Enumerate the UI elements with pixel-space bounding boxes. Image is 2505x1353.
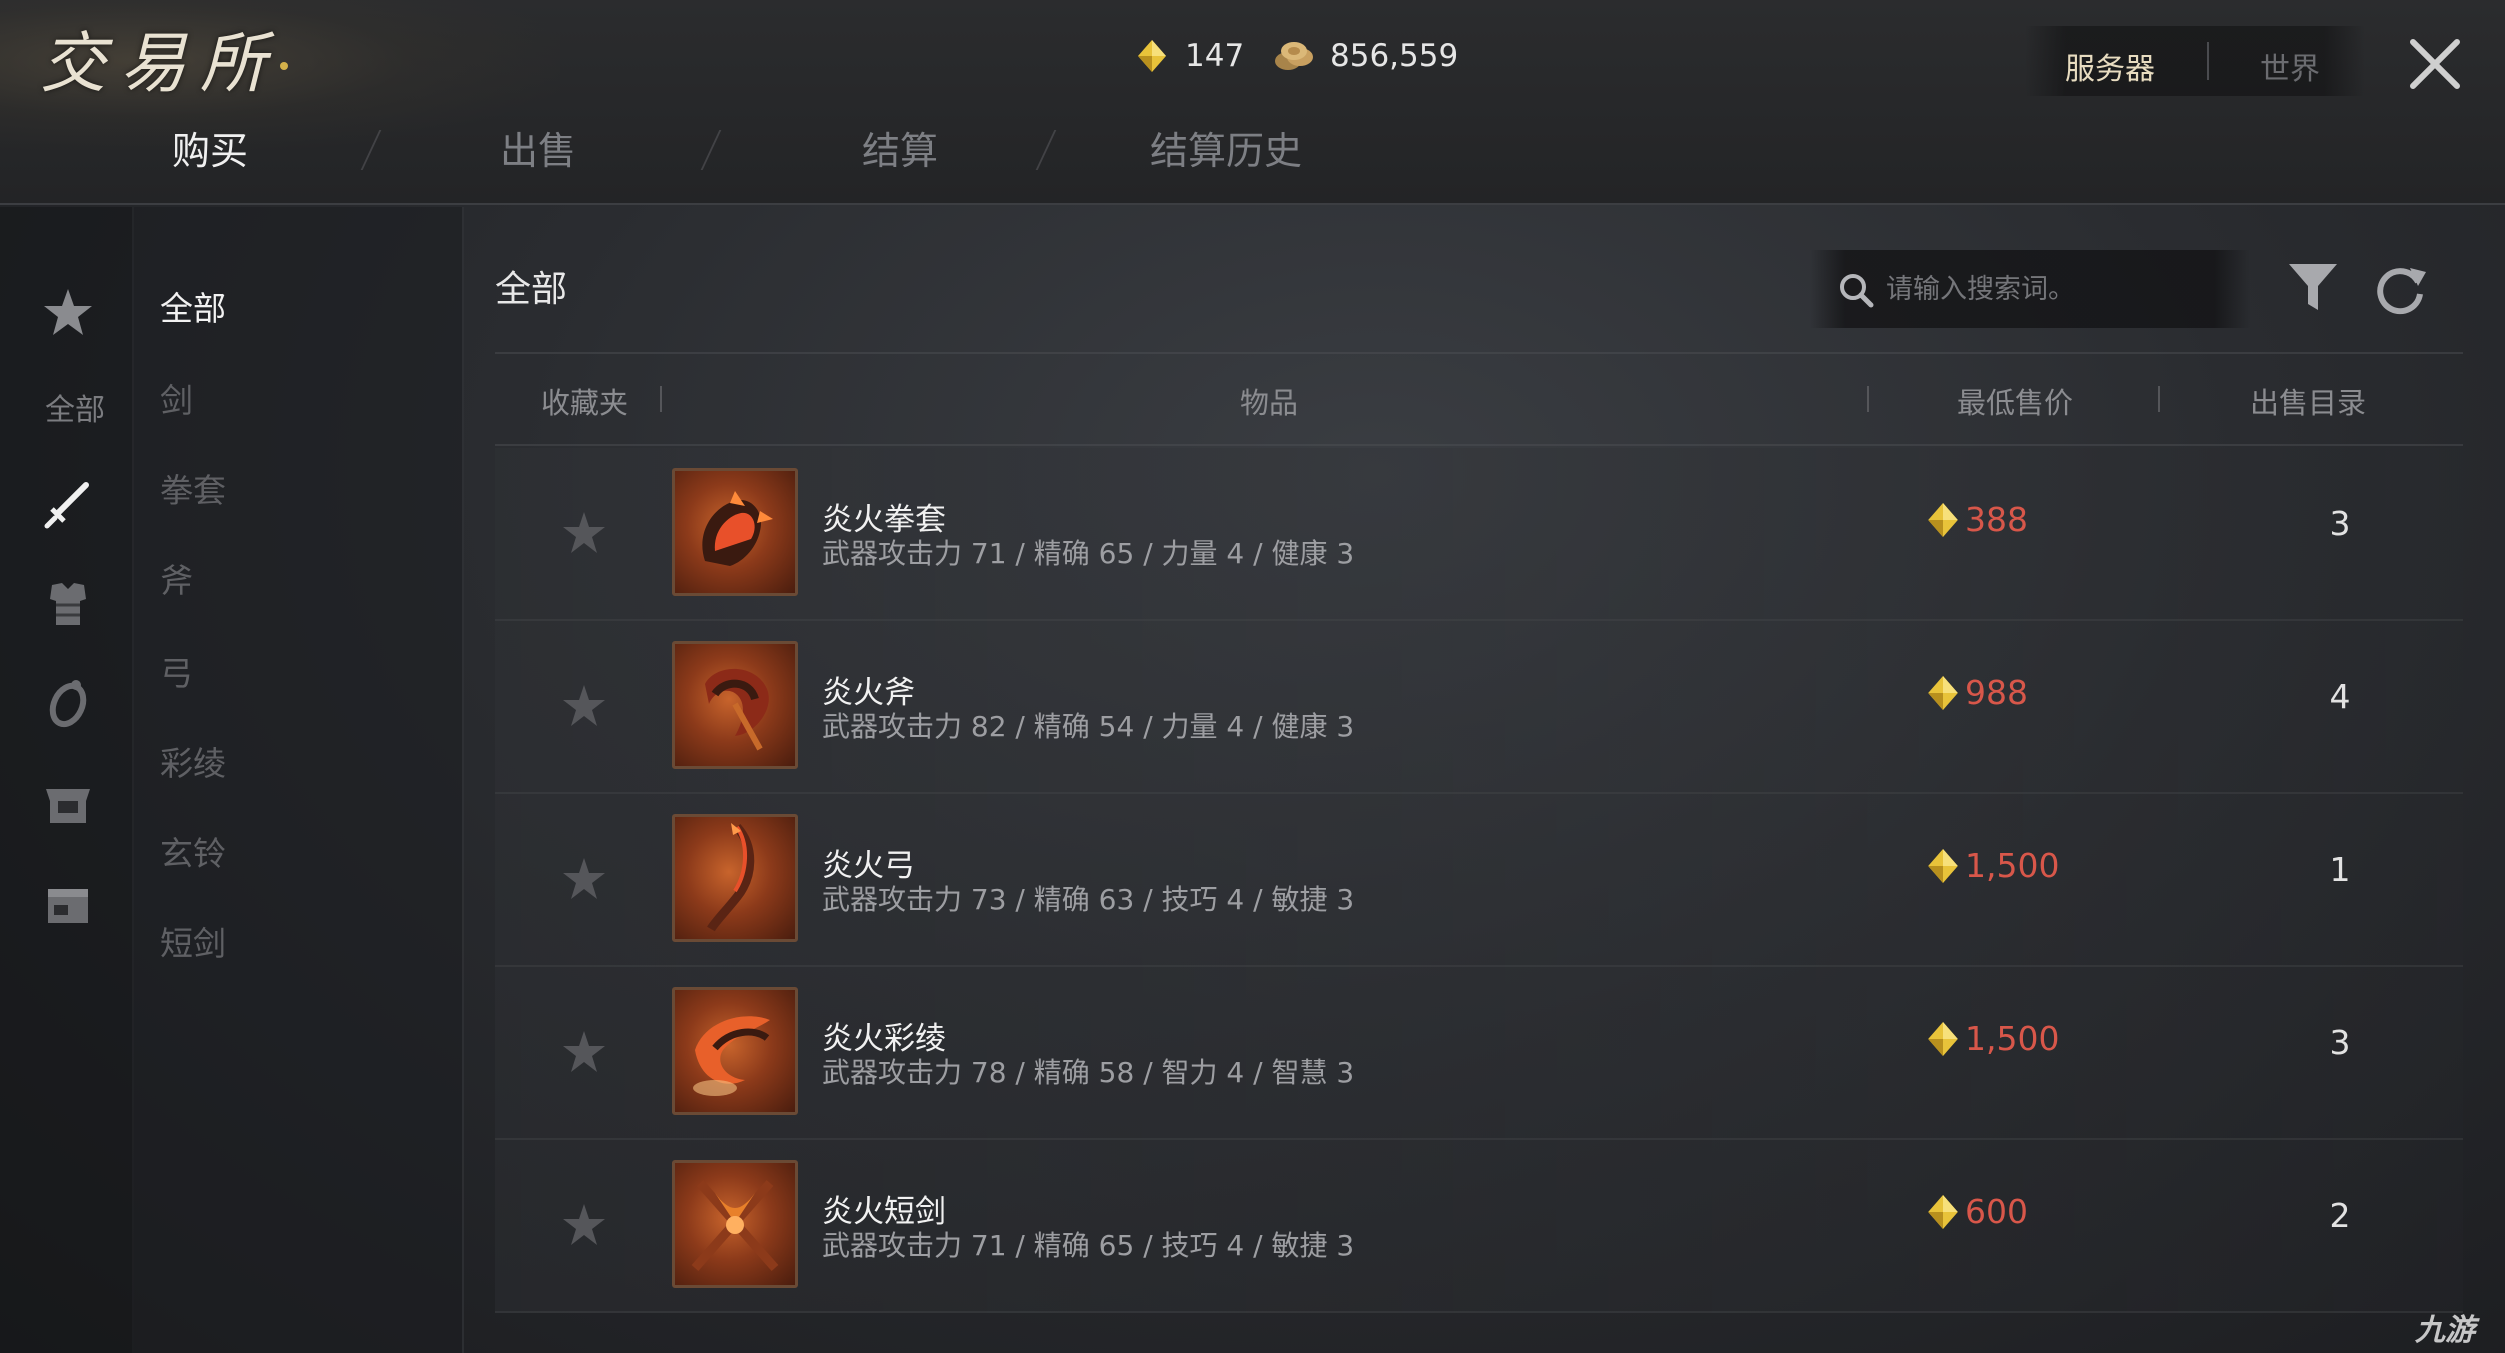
price-value: 988 [1965, 673, 2028, 712]
all-icon-label: 全部 [45, 393, 105, 428]
flame-gauntlet-icon [702, 491, 773, 566]
category-ribbon[interactable]: 彩绫 [160, 737, 226, 785]
gem-icon [1928, 848, 1958, 883]
gem-icon [1928, 1021, 1958, 1056]
chest-icon[interactable] [42, 779, 94, 831]
header-separator [1867, 386, 1869, 412]
watermark-logo: 九游 [2415, 1313, 2475, 1348]
header-lowest-price[interactable]: 最低售价 [1957, 380, 2073, 422]
tab-buy[interactable]: 购买 [172, 120, 248, 175]
flame-ribbon-icon [693, 1016, 770, 1096]
tab-separator [1035, 130, 1057, 170]
lowest-price: 1,500 [1925, 1019, 2059, 1058]
item-thumbnail [672, 468, 798, 596]
coin-balance: 856,559 [1272, 36, 1458, 76]
favorite-star-icon[interactable] [561, 1029, 607, 1075]
section-title: 全部 [495, 269, 568, 310]
tab-separator [700, 130, 722, 170]
lowest-price: 988 [1925, 673, 2028, 712]
category-gauntlet[interactable]: 拳套 [160, 464, 226, 512]
category-sword[interactable]: 剑 [160, 374, 193, 422]
header-separator [660, 386, 662, 412]
category-list: 全部 剑 拳套 斧 弓 彩绫 玄铃 短剑 [134, 207, 464, 1353]
table-row[interactable]: 炎火拳套 武器攻击力 71 / 精确 65 / 力量 4 / 健康 3 388 … [495, 448, 2463, 621]
server-world-switch: 服务器 世界 [2025, 26, 2365, 96]
coin-count: 856,559 [1330, 38, 1459, 74]
tab-sell[interactable]: 出售 [500, 120, 576, 175]
price-value: 600 [1965, 1192, 2028, 1231]
item-thumbnail [672, 641, 798, 769]
search-icon [1840, 274, 1874, 308]
lowest-price: 600 [1925, 1192, 2028, 1231]
listing-count: 2 [2329, 1196, 2351, 1235]
category-bow[interactable]: 弓 [160, 647, 193, 695]
favorite-star-icon[interactable] [561, 1202, 607, 1248]
favorite-star-icon[interactable] [561, 683, 607, 729]
listing-count: 4 [2329, 677, 2351, 716]
category-dagger[interactable]: 短剑 [160, 917, 226, 965]
favorite-star-icon[interactable] [561, 856, 607, 902]
gem-balance: 147 [1135, 36, 1244, 76]
gem-icon [1928, 1194, 1958, 1229]
item-thumbnail [672, 814, 798, 942]
tab-settlement[interactable]: 结算 [862, 120, 938, 175]
flame-axe-icon [705, 668, 769, 751]
gem-icon [1928, 502, 1958, 537]
listing-count: 3 [2329, 1023, 2351, 1062]
listing-count: 3 [2329, 504, 2351, 543]
category-icon-column: 全部 [0, 207, 132, 1353]
item-table: 炎火拳套 武器攻击力 71 / 精确 65 / 力量 4 / 健康 3 388 … [495, 448, 2463, 1313]
coin-stack-icon [1275, 42, 1313, 70]
window-title: 交易所 [40, 25, 280, 102]
lowest-price: 388 [1925, 500, 2028, 539]
price-value: 388 [1965, 500, 2028, 539]
table-row[interactable]: 炎火短剑 武器攻击力 71 / 精确 65 / 技巧 4 / 敏捷 3 600 … [495, 1140, 2463, 1313]
flame-bow-icon [707, 823, 755, 932]
header-separator [2158, 386, 2160, 412]
refresh-icon[interactable] [2372, 262, 2428, 318]
flame-dagger-icon [691, 1180, 779, 1271]
gem-count: 147 [1185, 38, 1245, 74]
tab-settlement-history[interactable]: 结算历史 [1150, 120, 1302, 175]
table-row[interactable]: 炎火斧 武器攻击力 82 / 精确 54 / 力量 4 / 健康 3 988 4 [495, 621, 2463, 794]
listing-count: 1 [2329, 850, 2351, 889]
ring-icon[interactable] [42, 677, 94, 729]
table-row[interactable]: 炎火弓 武器攻击力 73 / 精确 63 / 技巧 4 / 敏捷 3 1,500… [495, 794, 2463, 967]
switch-divider [2207, 42, 2209, 80]
table-row[interactable]: 炎火彩绫 武器攻击力 78 / 精确 58 / 智力 4 / 智慧 3 1,50… [495, 967, 2463, 1140]
category-axe[interactable]: 斧 [160, 554, 193, 602]
search-input[interactable] [1886, 262, 2226, 316]
header-item[interactable]: 物品 [1240, 380, 1298, 422]
armor-icon[interactable] [42, 579, 94, 631]
server-tab[interactable]: 服务器 [2065, 44, 2155, 88]
table-header: 收藏夹 物品 最低售价 出售目录 [495, 352, 2463, 446]
lowest-price: 1,500 [1925, 846, 2059, 885]
gem-icon [1138, 40, 1166, 72]
item-stats: 武器攻击力 71 / 精确 65 / 技巧 4 / 敏捷 3 [822, 1229, 1355, 1262]
sword-icon[interactable] [42, 479, 94, 531]
gem-icon [1928, 675, 1958, 710]
item-thumbnail [672, 987, 798, 1115]
header-favorites[interactable]: 收藏夹 [541, 380, 628, 422]
search-box [1810, 250, 2250, 328]
star-icon[interactable] [42, 287, 94, 339]
header-listings[interactable]: 出售目录 [2250, 380, 2366, 422]
item-thumbnail [672, 1160, 798, 1288]
box-icon[interactable] [42, 879, 94, 931]
favorite-star-icon[interactable] [561, 510, 607, 556]
top-bar: 交易所 147 856,559 服务器 世界 购买 出售 结算 结算历史 [0, 0, 2505, 205]
world-tab[interactable]: 世界 [2260, 44, 2320, 88]
category-all[interactable]: 全部 [160, 282, 226, 330]
filter-icon[interactable] [2287, 260, 2339, 316]
price-value: 1,500 [1965, 1019, 2060, 1058]
item-stats: 武器攻击力 73 / 精确 63 / 技巧 4 / 敏捷 3 [822, 883, 1355, 916]
price-value: 1,500 [1965, 846, 2060, 885]
item-stats: 武器攻击力 78 / 精确 58 / 智力 4 / 智慧 3 [822, 1056, 1355, 1089]
item-stats: 武器攻击力 71 / 精确 65 / 力量 4 / 健康 3 [822, 537, 1355, 570]
item-stats: 武器攻击力 82 / 精确 54 / 力量 4 / 健康 3 [822, 710, 1355, 743]
close-icon[interactable] [2405, 34, 2465, 94]
title-dot-decoration [280, 62, 288, 70]
category-bell[interactable]: 玄铃 [160, 827, 226, 875]
